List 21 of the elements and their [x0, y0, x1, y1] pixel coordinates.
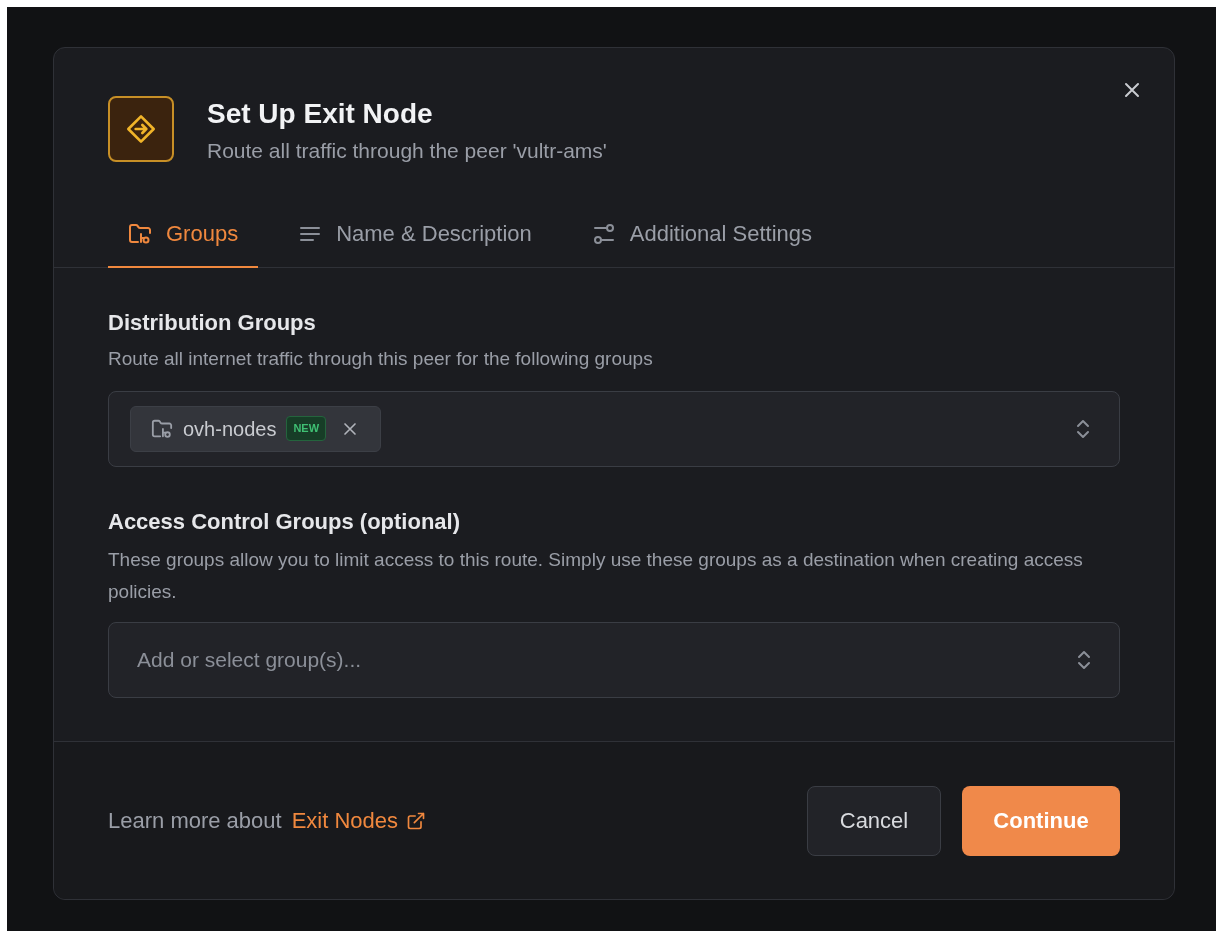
footer-text: Learn more about	[108, 807, 282, 835]
field-label: Distribution Groups	[108, 309, 317, 337]
tab[interactable]: Groups	[108, 213, 259, 268]
sliders-icon	[591, 221, 616, 246]
cancel-button[interactable]: Cancel	[807, 785, 941, 856]
group-select-field[interactable]: Add or select group(s)...	[108, 621, 1120, 698]
diamond-arrow-icon	[125, 113, 157, 145]
folder-icon	[151, 417, 173, 440]
dialog-subtitle: Route all traffic through the peer 'vultr-ams'	[207, 138, 607, 164]
field-description: These groups allow you to limit access to this route. Simply use these groups as a destination when creating access policies.	[108, 547, 1084, 604]
chip-label: ovh-nodes	[183, 416, 277, 442]
dialog-title: Set Up Exit Node	[207, 97, 434, 131]
new-badge: NEW	[286, 416, 327, 441]
tab[interactable]: Name & Description	[278, 213, 552, 268]
external-link-icon	[406, 810, 427, 831]
group-select[interactable]: ovh-nodes NEW	[108, 390, 1120, 467]
field-description: Route all internet traffic through this peer for the following groups	[108, 347, 654, 371]
exit-nodes-link[interactable]: Exit Nodes	[291, 804, 427, 837]
folder-icon	[128, 221, 152, 246]
field-label: Access Control Groups (optional)	[108, 507, 462, 536]
tab[interactable]: Additional Settings	[571, 213, 833, 268]
